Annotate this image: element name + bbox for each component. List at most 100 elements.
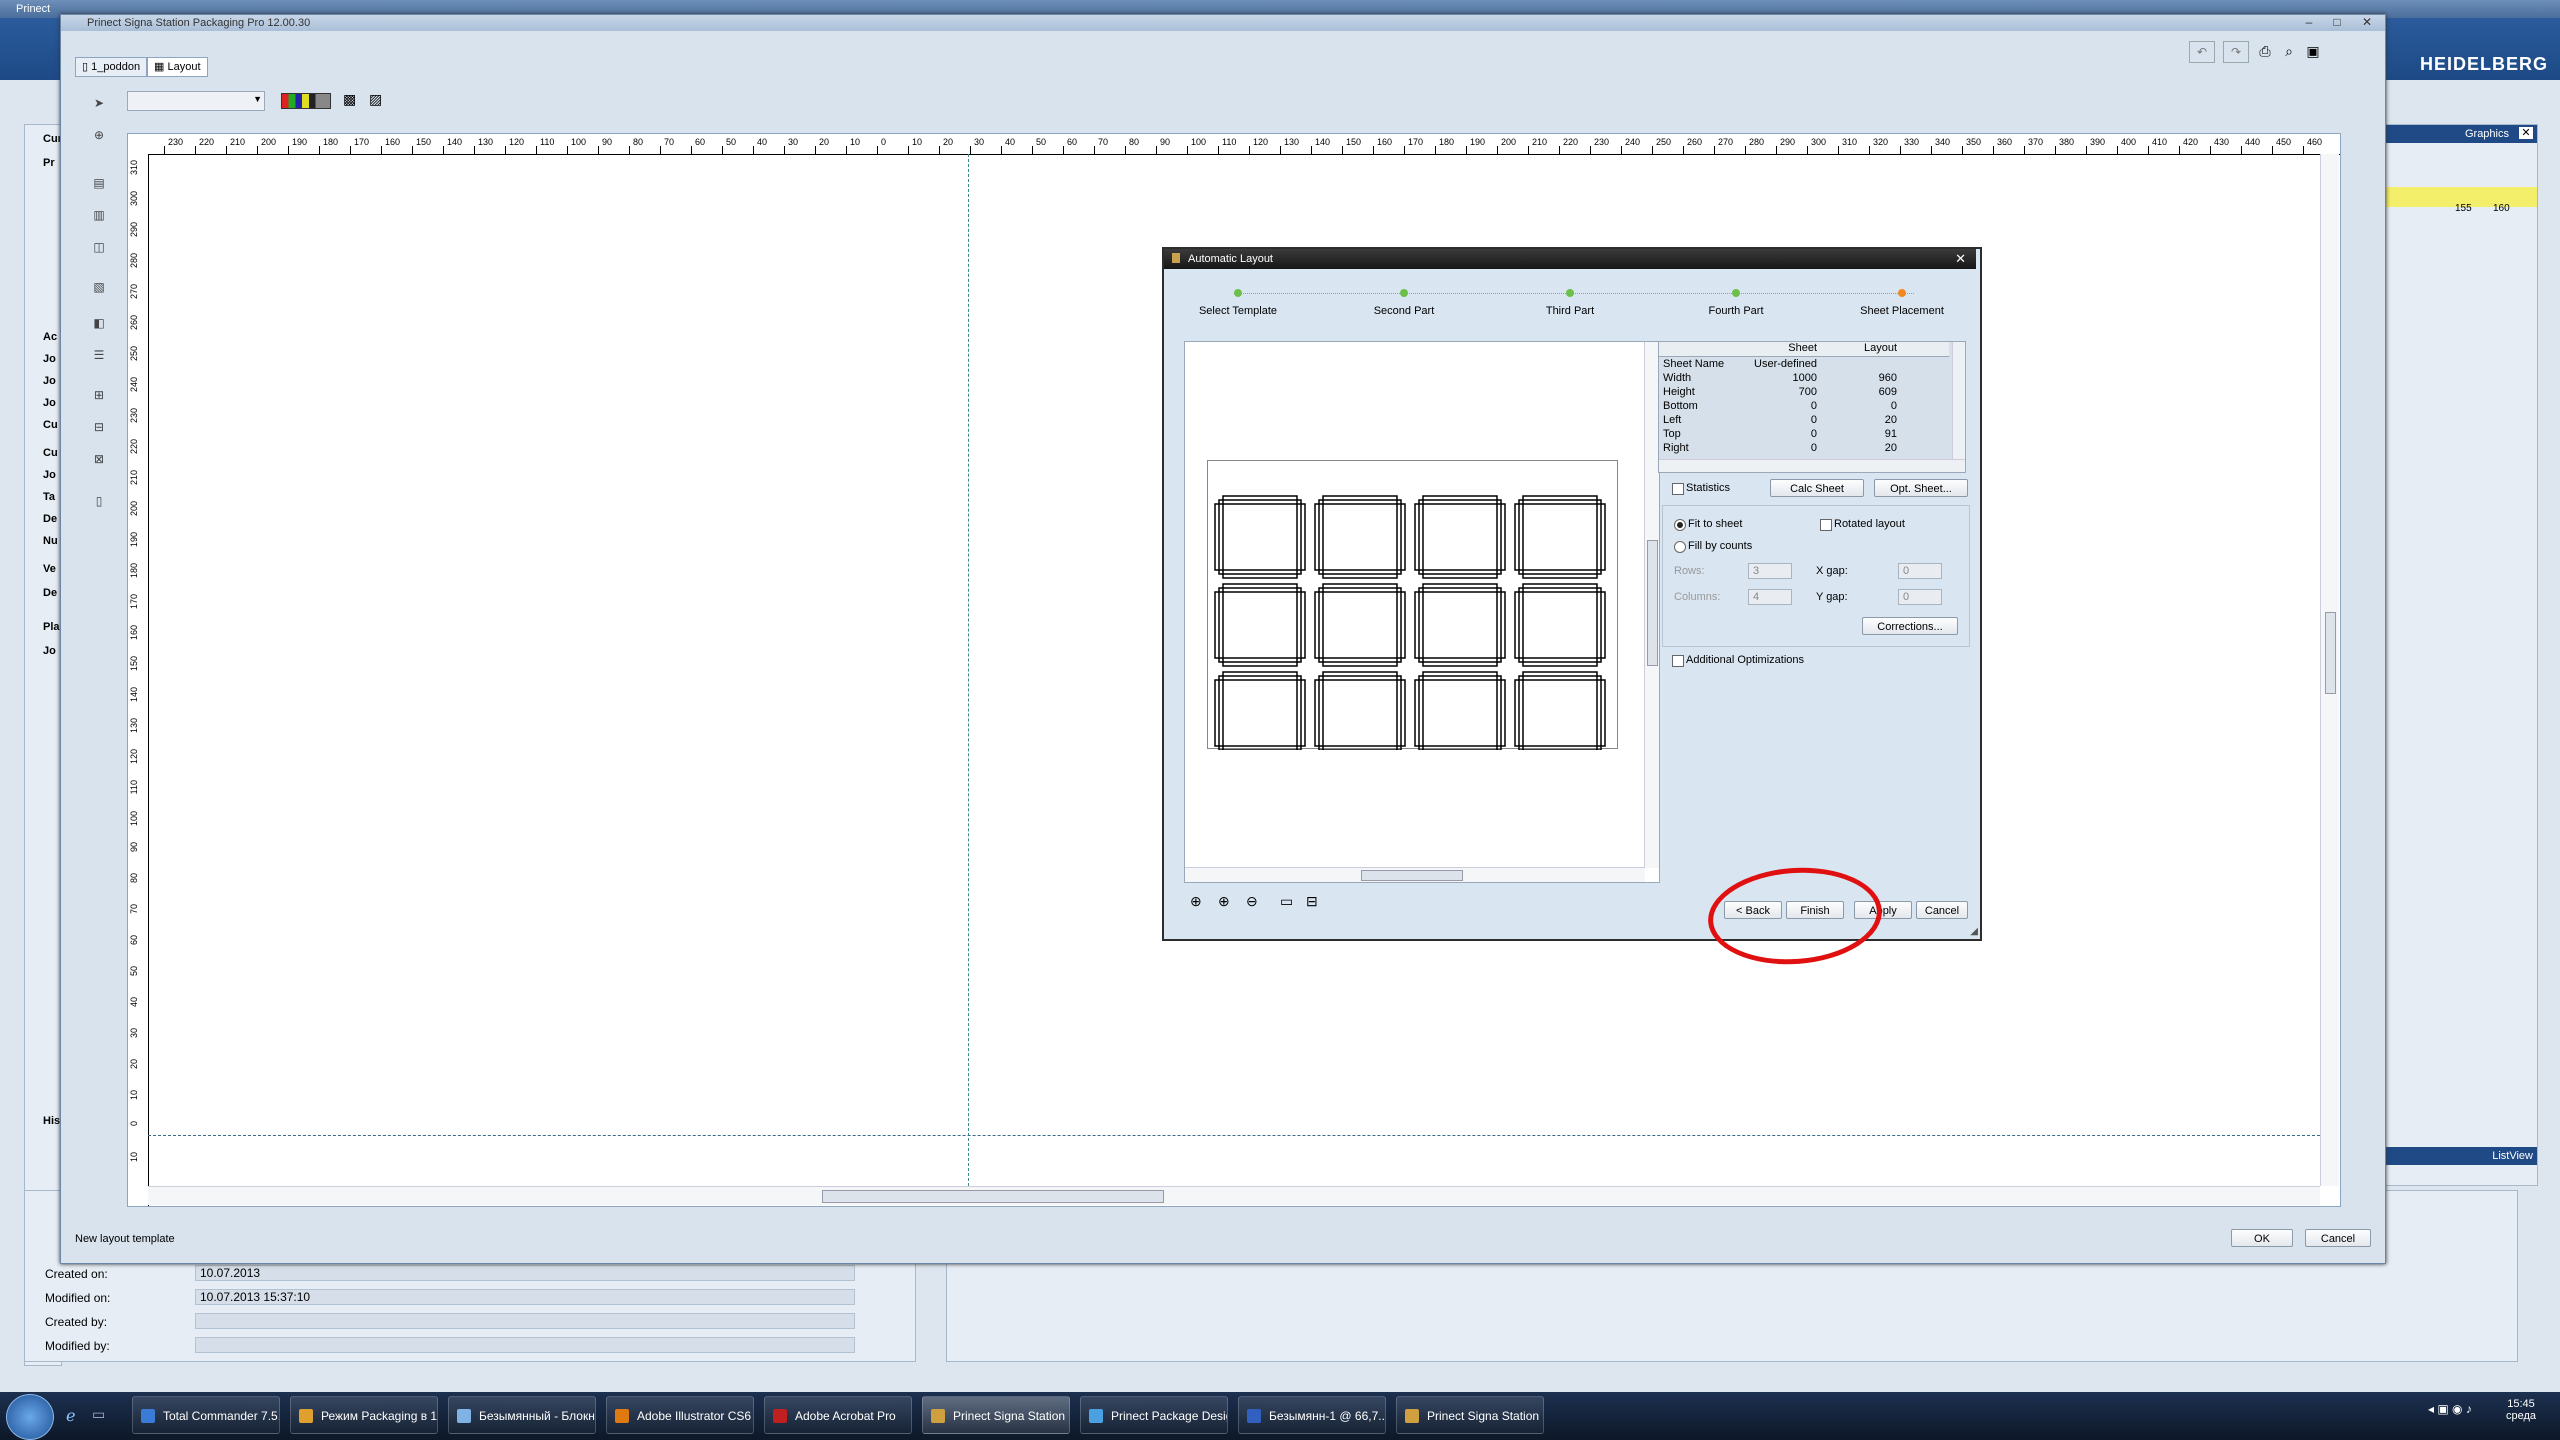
- redo-icon[interactable]: ↷: [2223, 41, 2249, 63]
- opt-sheet-button[interactable]: Opt. Sheet...: [1874, 479, 1968, 497]
- ruler-tick-label: 110: [1222, 137, 1237, 147]
- close-icon[interactable]: ✕: [1955, 251, 1966, 267]
- corrections-button[interactable]: Corrections...: [1862, 617, 1958, 635]
- clock[interactable]: 15:45 среда: [2506, 1398, 2536, 1422]
- tool-icon[interactable]: ◧: [89, 313, 109, 333]
- scrollbar-thumb[interactable]: [1647, 540, 1658, 666]
- layout-preview[interactable]: [1184, 341, 1660, 883]
- scrollbar-thumb[interactable]: [1361, 870, 1463, 881]
- scrollbar-thumb[interactable]: [2325, 612, 2336, 694]
- preview-icon[interactable]: ⌕: [2279, 41, 2299, 61]
- zoom-in-icon[interactable]: ⊕: [1218, 893, 1230, 910]
- ruler-tick: [1404, 146, 1405, 154]
- ruler-tick-label: 210: [129, 470, 139, 486]
- ok-button[interactable]: OK: [2231, 1229, 2293, 1247]
- print-icon[interactable]: ⎙: [2255, 41, 2275, 61]
- resize-grip-icon[interactable]: ◢: [1970, 926, 1978, 937]
- table-row-name: Top: [1663, 428, 1681, 440]
- tool-icon[interactable]: ⊞: [89, 385, 109, 405]
- table-cell-layout: 20: [1884, 414, 1897, 426]
- background-label-stub: Jo: [43, 645, 56, 657]
- start-button[interactable]: [6, 1394, 54, 1440]
- ruler-tick-label: 10: [129, 1152, 139, 1163]
- cancel-button[interactable]: Cancel: [1916, 901, 1968, 919]
- listview-header[interactable]: ListView: [2381, 1147, 2537, 1165]
- additional-optimizations-checkbox[interactable]: [1672, 655, 1684, 667]
- taskbar-item[interactable]: Adobe Illustrator CS6: [606, 1396, 754, 1434]
- taskbar-item[interactable]: Prinect Signa Station ...: [1396, 1396, 1544, 1434]
- ruler-tick-label: 90: [129, 842, 139, 853]
- tool-icon[interactable]: ▥: [89, 205, 109, 225]
- ruler-tick: [1218, 146, 1219, 154]
- fit-width-icon[interactable]: ⊟: [1306, 893, 1318, 910]
- tool-icon[interactable]: ☰: [89, 345, 109, 365]
- fit-to-sheet-radio[interactable]: [1674, 519, 1686, 531]
- step-label[interactable]: Third Part: [1510, 305, 1630, 317]
- tool-icon[interactable]: ⊠: [89, 449, 109, 469]
- tab-layout[interactable]: ▦ Layout: [147, 57, 208, 77]
- ruler-tick: [2086, 146, 2087, 154]
- taskbar-item[interactable]: Безымянный - Блокнот: [448, 1396, 596, 1434]
- table-vertical-scrollbar[interactable]: [1952, 342, 1965, 460]
- layer-dropdown[interactable]: ▼: [127, 91, 265, 111]
- ie-icon[interactable]: ℯ: [66, 1406, 75, 1426]
- taskbar-item[interactable]: Adobe Acrobat Pro: [764, 1396, 912, 1434]
- scrollbar-thumb[interactable]: [822, 1190, 1164, 1203]
- app-icon: [299, 1409, 313, 1423]
- taskbar-item[interactable]: Безымянн-1 @ 66,7...: [1238, 1396, 1386, 1434]
- tool-icon[interactable]: ▧: [89, 277, 109, 297]
- ruler-tick-label: 120: [509, 137, 525, 147]
- calc-sheet-button[interactable]: Calc Sheet: [1770, 479, 1864, 497]
- step-label[interactable]: Fourth Part: [1676, 305, 1796, 317]
- rotated-layout-checkbox[interactable]: [1820, 519, 1832, 531]
- desktop-icon[interactable]: ▭: [92, 1406, 105, 1423]
- taskbar-item[interactable]: Prinect Signa Station ...: [922, 1396, 1070, 1434]
- grid-settings-icon[interactable]: ▩: [343, 91, 356, 108]
- close-icon[interactable]: ✕: [2519, 127, 2533, 139]
- tool-icon[interactable]: ◫: [89, 237, 109, 257]
- maximize-icon[interactable]: □: [2323, 15, 2351, 29]
- vertical-scrollbar[interactable]: [2320, 154, 2339, 1186]
- background-label-stub: Ta: [43, 491, 56, 503]
- horizontal-scrollbar[interactable]: [148, 1186, 2320, 1205]
- fill-by-counts-radio[interactable]: [1674, 541, 1686, 553]
- zoom-fit-icon[interactable]: ⊕: [1190, 893, 1202, 910]
- rows-stepper[interactable]: 3: [1748, 563, 1792, 579]
- tool-icon[interactable]: ▯: [89, 491, 109, 511]
- preview-vertical-scrollbar[interactable]: [1644, 342, 1659, 868]
- ygap-stepper[interactable]: 0: [1898, 589, 1942, 605]
- zoom-tool-icon[interactable]: ⊕: [89, 125, 109, 145]
- layout-settings-icon[interactable]: ▨: [369, 91, 382, 108]
- fit-sheet-icon[interactable]: ▭: [1280, 893, 1293, 910]
- ruler-tick: [660, 146, 661, 154]
- xgap-stepper[interactable]: 0: [1898, 563, 1942, 579]
- tool-icon[interactable]: ▤: [89, 173, 109, 193]
- zoom-out-icon[interactable]: ⊖: [1246, 893, 1258, 910]
- color-separations-icon[interactable]: [281, 93, 331, 109]
- columns-stepper[interactable]: 4: [1748, 589, 1792, 605]
- taskbar-item[interactable]: Режим Packaging в 1...: [290, 1396, 438, 1434]
- tool-icon[interactable]: ⊟: [89, 417, 109, 437]
- preview-horizontal-scrollbar[interactable]: [1185, 867, 1645, 882]
- step-label[interactable]: Second Part: [1344, 305, 1464, 317]
- ruler-tick-label: 340: [1935, 137, 1951, 147]
- cancel-button[interactable]: Cancel: [2305, 1229, 2371, 1247]
- step-label[interactable]: Select Template: [1178, 305, 1298, 317]
- ruler-tick: [505, 146, 506, 154]
- taskbar-item[interactable]: Prinect Package Desig...: [1080, 1396, 1228, 1434]
- save-icon[interactable]: ▣: [2303, 41, 2323, 61]
- taskbar-item[interactable]: Total Commander 7.5...: [132, 1396, 280, 1434]
- taskbar-item-label: Adobe Acrobat Pro: [795, 1409, 896, 1423]
- rows-label: Rows:: [1674, 565, 1705, 577]
- pointer-tool-icon[interactable]: ➤: [89, 93, 109, 113]
- table-horizontal-scrollbar[interactable]: [1659, 459, 1965, 472]
- ruler-tick: [1993, 146, 1994, 154]
- statistics-checkbox[interactable]: [1672, 483, 1684, 495]
- step-label[interactable]: Sheet Placement: [1842, 305, 1962, 317]
- minimize-icon[interactable]: –: [2295, 15, 2323, 29]
- tab-1-poddon[interactable]: ▯ 1_poddon: [75, 57, 148, 77]
- close-icon[interactable]: ✕: [2353, 15, 2381, 29]
- undo-icon[interactable]: ↶: [2189, 41, 2215, 63]
- ruler-tick: [1249, 146, 1250, 154]
- tray-icons[interactable]: ◂ ▣ ◉ ♪: [2428, 1402, 2472, 1416]
